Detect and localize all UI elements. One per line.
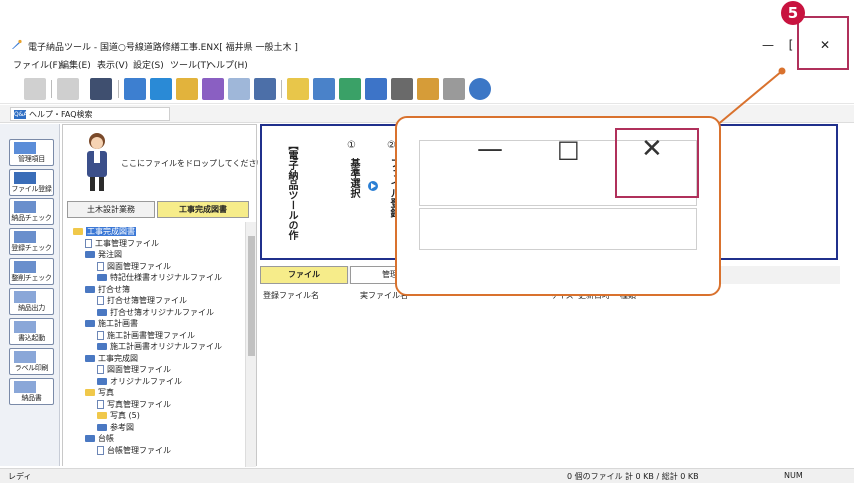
step-badge: 5 — [781, 1, 805, 25]
zoom-callout: — □ ✕ — [395, 116, 721, 296]
callout-lower-area — [419, 208, 697, 250]
close-button-highlight — [797, 16, 849, 70]
callout-maximize-icon: □ — [557, 135, 580, 163]
callout-close-highlight — [615, 128, 699, 198]
callout-minimize-icon: — — [477, 134, 503, 164]
app-window: 電子納品ツール - 国道○号線道路修繕工事.ENX[ 福井県 一般土木 ] — … — [0, 0, 854, 483]
